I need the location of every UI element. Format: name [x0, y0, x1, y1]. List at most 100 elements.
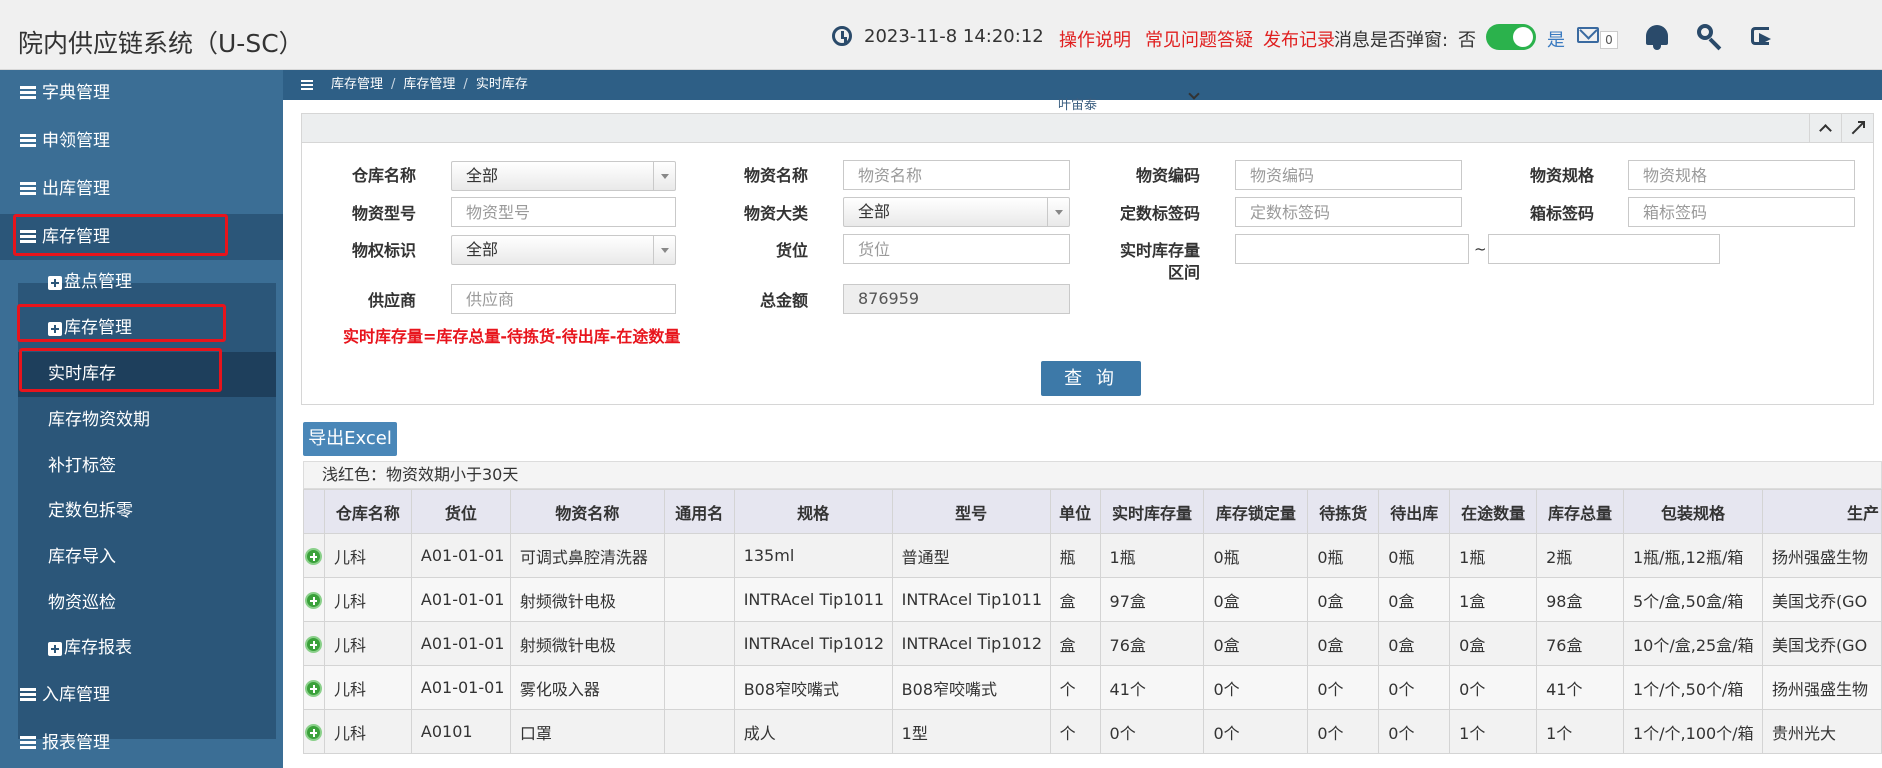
submenu-item-stock-report[interactable]: 库存报表	[18, 626, 276, 671]
table-row[interactable]: 儿科 A0101 口罩 成人 1型个 0个 0个 0个 0个 1个 1个 1个/个,100个/箱 贵州光…	[303, 709, 1882, 754]
location-input[interactable]	[843, 234, 1070, 264]
submenu-item-label: 盘点管理	[64, 272, 132, 292]
column-header[interactable]: 待拣货	[1307, 489, 1380, 534]
submenu-item-inventory-management[interactable]: 库存管理	[18, 306, 276, 351]
column-header[interactable]: 物资名称	[509, 489, 665, 534]
submenu-item-split-package[interactable]: 定数包拆零	[18, 489, 276, 534]
sidebar-item-requisition[interactable]: 申领管理	[0, 118, 283, 164]
column-header[interactable]: 单位	[1049, 489, 1101, 534]
row-expand-cell[interactable]	[303, 533, 325, 578]
dropdown-arrow-icon	[653, 236, 675, 264]
column-header[interactable]: 包装规格	[1622, 489, 1763, 534]
stock-range-min-input[interactable]	[1235, 234, 1469, 264]
sidebar-item-inventory[interactable]: 库存管理	[0, 214, 283, 260]
submenu-item-label: 库存报表	[64, 638, 132, 658]
sidebar-item-label: 出库管理	[42, 179, 110, 199]
row-expand-cell[interactable]	[303, 665, 325, 710]
list-icon	[20, 86, 36, 100]
collapse-button[interactable]	[1809, 114, 1841, 143]
row-expand-cell[interactable]	[303, 621, 325, 666]
logout-icon[interactable]	[1751, 27, 1771, 45]
column-header[interactable]: 仓库名称	[323, 489, 412, 534]
submenu-item-label: 实时库存	[48, 364, 116, 384]
table-cell: 0瓶	[1203, 533, 1309, 578]
column-header[interactable]: 规格	[733, 489, 893, 534]
fixed-tag-input[interactable]	[1235, 197, 1462, 227]
row-expand-cell[interactable]	[303, 577, 325, 622]
warehouse-select[interactable]: 全部	[451, 161, 676, 191]
column-header[interactable]: 库存总量	[1536, 489, 1624, 534]
table-cell: 0个	[1307, 665, 1380, 710]
datetime: 2023-11-8 14:20:12	[864, 26, 1044, 47]
table-row[interactable]: 儿科 A01-01-01 雾化吸入器 B08窄咬嘴式 B08窄咬嘴式个 41个 0个 0个 0个…	[303, 665, 1882, 710]
column-header[interactable]: 货位	[410, 489, 511, 534]
query-button[interactable]: 查 询	[1041, 361, 1141, 396]
column-header[interactable]: 通用名	[663, 489, 735, 534]
table-cell: 0盒	[1378, 577, 1451, 622]
submenu-item-stock-expiry[interactable]: 库存物资效期	[18, 398, 276, 443]
material-code-input[interactable]	[1235, 160, 1462, 190]
supplier-input[interactable]	[451, 284, 676, 314]
submenu-item-inspection[interactable]: 物资巡检	[18, 581, 276, 626]
material-model-input[interactable]	[451, 197, 676, 227]
link-faq[interactable]: 常见问题答疑	[1145, 26, 1253, 52]
plus-circle-icon[interactable]	[305, 592, 323, 609]
formula-note: 实时库存量=库存总量-待拣货-待出库-在途数量	[343, 327, 681, 346]
material-name-label: 物资名称	[743, 166, 808, 185]
key-icon[interactable]	[1697, 24, 1713, 40]
submenu-item-stock-import[interactable]: 库存导入	[18, 535, 276, 580]
table-row[interactable]: 儿科 A01-01-01 可调式鼻腔清洗器 135ml 普通型瓶 1瓶 0瓶 0瓶 0瓶 1瓶 2瓶…	[303, 533, 1882, 578]
plus-circle-icon[interactable]	[305, 636, 323, 653]
table-cell: 0盒	[1378, 621, 1451, 666]
table-cell: 5个/盒,50盒/箱	[1622, 577, 1763, 622]
table-cell: 可调式鼻腔清洗器	[509, 533, 665, 578]
link-release-notes[interactable]: 发布记录	[1263, 26, 1335, 52]
fullscreen-button[interactable]	[1841, 114, 1873, 143]
submenu-item-stocktake[interactable]: 盘点管理	[18, 260, 276, 305]
column-header[interactable]: 库存锁定量	[1203, 489, 1309, 534]
column-header[interactable]: 待出库	[1378, 489, 1451, 534]
location-label: 货位	[775, 241, 808, 260]
table-cell: 0个	[1378, 665, 1451, 710]
column-header[interactable]: 在途数量	[1449, 489, 1538, 534]
table-row[interactable]: 儿科 A01-01-01 射频微针电极 INTRAcel Tip1012 INTRAce…	[303, 621, 1882, 666]
column-header[interactable]: 实时库存量	[1099, 489, 1205, 534]
submenu-item-label: 补打标签	[48, 456, 116, 476]
plus-circle-icon[interactable]	[305, 680, 323, 697]
material-category-select[interactable]: 全部	[843, 197, 1070, 227]
breadcrumb-item[interactable]: 库存管理	[331, 77, 383, 92]
menu-icon[interactable]	[301, 80, 313, 90]
sidebar-item-outbound[interactable]: 出库管理	[0, 166, 283, 212]
row-expand-cell[interactable]	[303, 709, 325, 754]
sidebar-item-label: 报表管理	[42, 733, 110, 753]
plus-square-icon	[48, 642, 62, 656]
material-name-input[interactable]	[843, 160, 1070, 190]
popup-no-label: 否	[1458, 30, 1476, 51]
plus-circle-icon[interactable]	[305, 548, 323, 565]
user-dropdown-text[interactable]: 叶宙泰	[1058, 94, 1097, 113]
mail-icon[interactable]	[1577, 27, 1599, 43]
bell-icon[interactable]	[1646, 25, 1668, 50]
table-cell: A0101	[410, 709, 511, 754]
sidebar-item-dictionary[interactable]: 字典管理	[0, 70, 283, 116]
submenu-item-label: 定数包拆零	[48, 501, 133, 521]
submenu-item-realtime-stock[interactable]: 实时库存	[18, 352, 276, 397]
app-title: 院内供应链系统（U-SC）	[18, 29, 304, 58]
table-cell: 1个	[1449, 709, 1538, 754]
sidebar-item-reports[interactable]: 报表管理	[0, 720, 283, 766]
submenu-item-reprint-label[interactable]: 补打标签	[18, 444, 276, 489]
breadcrumb-item[interactable]: 库存管理	[403, 77, 455, 92]
column-header[interactable]: 型号	[891, 489, 1051, 534]
table-row[interactable]: 儿科 A01-01-01 射频微针电极 INTRAcel Tip1011 INTRAce…	[303, 577, 1882, 622]
popup-toggle[interactable]	[1486, 24, 1536, 50]
column-header[interactable]: 生产	[1761, 489, 1882, 534]
sidebar-item-inbound[interactable]: 入库管理	[0, 672, 283, 718]
ownership-select[interactable]: 全部	[451, 235, 676, 265]
link-help[interactable]: 操作说明	[1059, 26, 1131, 52]
box-tag-input[interactable]	[1628, 197, 1855, 227]
stock-range-max-input[interactable]	[1488, 234, 1720, 264]
material-spec-input[interactable]	[1628, 160, 1855, 190]
plus-circle-icon[interactable]	[305, 724, 323, 741]
export-excel-button[interactable]: 导出Excel	[303, 422, 397, 456]
table-cell: 0盒	[1203, 577, 1309, 622]
